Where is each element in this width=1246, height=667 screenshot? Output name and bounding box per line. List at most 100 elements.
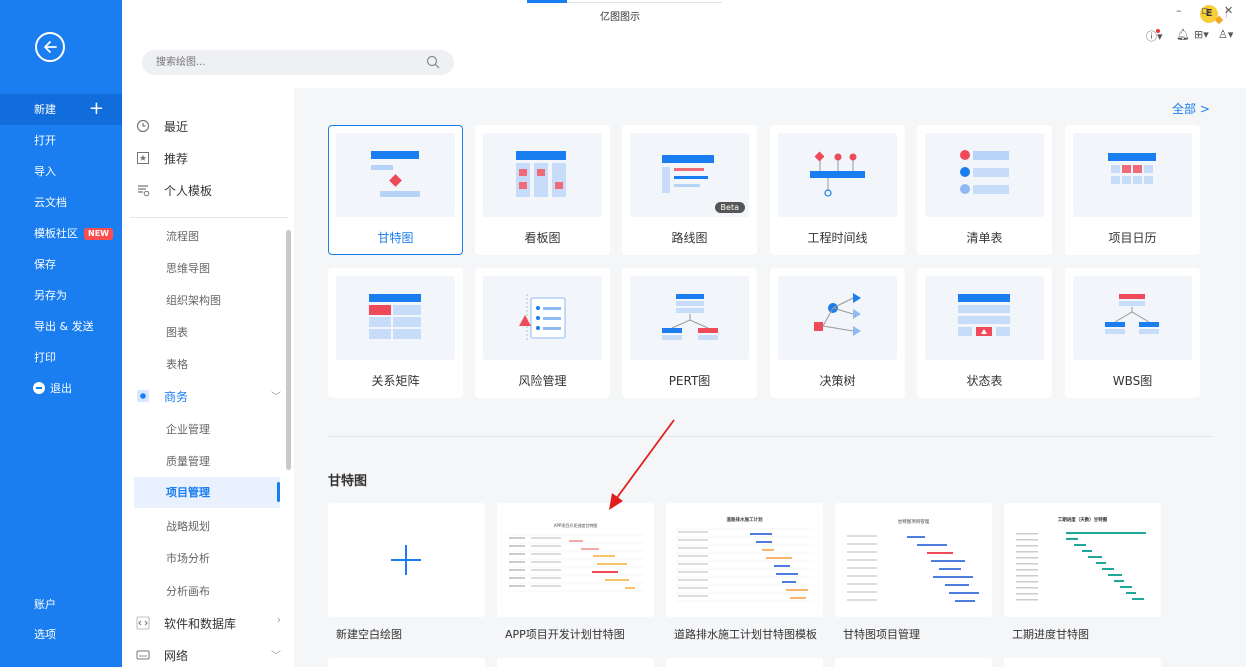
nav-subitem-chart[interactable]: 图表 (166, 324, 188, 340)
star-icon (137, 152, 149, 164)
restore-icon[interactable]: ▫ (1201, 4, 1208, 17)
template-card-stub (1004, 658, 1161, 667)
tile-roadmap[interactable]: Beta 路线图 (622, 125, 757, 255)
template-card-app-gantt[interactable]: APP项目开发进度甘特图 (497, 503, 654, 617)
sidebar-item-template-community[interactable]: 模板社区 NEW (0, 218, 122, 249)
app-window: 新建 + 打开 导入 云文档 模板社区 NEW 保存 另存为 导出 & 发送 打印… (0, 0, 1246, 667)
sidebar-item-cloud[interactable]: 云文档 (0, 187, 122, 218)
arrow-left-icon (44, 41, 57, 53)
sidebar-item-label: 云文档 (34, 196, 67, 209)
nav-subitem-strategy[interactable]: 战略规划 (166, 518, 210, 534)
search-icon[interactable] (426, 55, 440, 69)
sidebar-item-options[interactable]: 选项 (0, 620, 122, 650)
template-icon (138, 185, 150, 197)
back-button[interactable] (35, 32, 65, 62)
view-all-link[interactable]: 全部 > (1172, 100, 1210, 117)
sidebar-item-label: 导出 & 发送 (34, 320, 94, 333)
nav-category-label: 软件和数据库 (164, 617, 237, 631)
sidebar-item-label: 账户 (34, 598, 56, 611)
sidebar-item-new[interactable]: 新建 + (0, 94, 122, 125)
nav-subitem-table[interactable]: 表格 (166, 356, 188, 372)
gantt-icon (336, 133, 455, 217)
nav-subitem-canvas[interactable]: 分析画布 (166, 583, 210, 599)
sidebar-item-label: 另存为 (34, 289, 67, 302)
tile-label: 甘特图 (377, 231, 414, 245)
nav-category-label: 商务 (164, 390, 189, 404)
template-thumb-title: APP项目开发进度甘特图 (553, 523, 598, 528)
new-badge: NEW (84, 228, 113, 240)
sidebar-item-label: 保存 (34, 258, 56, 271)
title-tab-line (567, 2, 722, 3)
nav-category-software[interactable]: 软件和数据库 › (136, 614, 281, 634)
nav-scrollbar[interactable] (286, 230, 291, 470)
sidebar-item-import[interactable]: 导入 (0, 156, 122, 187)
tile-kanban[interactable]: 看板图 (475, 125, 610, 255)
code-icon (136, 616, 150, 630)
sidebar-item-save[interactable]: 保存 (0, 249, 122, 280)
template-thumb-title: 工期进度（天数）甘特图 (1057, 518, 1108, 523)
tile-decision-tree[interactable]: 决策树 (770, 268, 905, 398)
sidebar-item-export[interactable]: 导出 & 发送 (0, 311, 122, 342)
shirt-icon[interactable]: ♙▾ (1218, 28, 1233, 41)
template-card-gantt-pm[interactable]: 甘特图项目管理 (835, 503, 992, 617)
template-thumb-title: 道路排水施工计划 (726, 518, 763, 523)
sidebar-item-print[interactable]: 打印 (0, 342, 122, 373)
tile-label: 状态表 (966, 374, 1003, 388)
calendar-icon (1073, 133, 1192, 217)
nav-subitem-market[interactable]: 市场分析 (166, 550, 210, 566)
title-tab-indicator (527, 0, 567, 3)
annotation-arrow-icon (609, 419, 675, 510)
network-icon (136, 650, 150, 660)
template-label: APP项目开发计划甘特图 (505, 628, 625, 641)
nav-item-label: 个人模板 (164, 184, 213, 198)
tile-pert[interactable]: PERT图 (622, 268, 757, 398)
tile-label: 路线图 (671, 231, 708, 245)
nav-subitem-enterprise[interactable]: 企业管理 (166, 421, 210, 437)
minimize-icon[interactable]: – (1176, 4, 1182, 17)
tile-wbs[interactable]: WBS图 (1065, 268, 1200, 398)
nav-subitem-orgchart[interactable]: 组织架构图 (166, 292, 221, 308)
plus-icon (391, 545, 421, 575)
left-sidebar: 新建 + 打开 导入 云文档 模板社区 NEW 保存 另存为 导出 & 发送 打印… (0, 0, 122, 667)
nav-item-label: 最近 (164, 120, 189, 134)
category-nav: 最近 推荐 个人模板 流程图 思维导图 组织架构图 图表 表格 商务 ﹀ 企业管… (122, 88, 294, 667)
section-title: 甘特图 (328, 474, 368, 489)
nav-category-network[interactable]: 网络 ﹀ (136, 646, 281, 666)
nav-subitem-mindmap[interactable]: 思维导图 (166, 260, 210, 276)
tile-risk-management[interactable]: 风险管理 (475, 268, 610, 398)
nav-subitem-project-management[interactable]: 项目管理 (134, 477, 280, 508)
template-card-stub (835, 658, 992, 667)
template-card-stub (497, 658, 654, 667)
template-card-blank[interactable] (328, 503, 485, 617)
close-icon[interactable]: ✕ (1224, 4, 1233, 17)
tile-project-calendar[interactable]: 项目日历 (1065, 125, 1200, 255)
tile-gantt[interactable]: 甘特图 (328, 125, 463, 255)
sidebar-bottom: 账户 选项 (0, 590, 122, 650)
sidebar-item-exit[interactable]: 退出 (0, 373, 122, 404)
tile-label: 看板图 (524, 231, 561, 245)
help-icon[interactable]: ⓘ▾ (1146, 28, 1163, 44)
tile-relation-matrix[interactable]: 关系矩阵 (328, 268, 463, 398)
plus-icon: + (88, 98, 104, 119)
nav-subitem-quality[interactable]: 质量管理 (166, 453, 210, 469)
tile-status-table[interactable]: 状态表 (917, 268, 1052, 398)
section-divider (328, 436, 1212, 437)
tile-checklist[interactable]: 清单表 (917, 125, 1052, 255)
nav-subitem-flowchart[interactable]: 流程图 (166, 228, 199, 244)
chevron-down-icon: ﹀ (271, 392, 281, 403)
template-label: 甘特图项目管理 (843, 628, 920, 641)
template-label: 工期进度甘特图 (1012, 628, 1089, 641)
sidebar-item-save-as[interactable]: 另存为 (0, 280, 122, 311)
sidebar-item-account[interactable]: 账户 (0, 590, 122, 620)
tile-engineering-timeline[interactable]: 工程时间线 (770, 125, 905, 255)
template-card-drainage-gantt[interactable]: 道路排水施工计划 (666, 503, 823, 617)
nav-item-label: 推荐 (164, 152, 189, 166)
search-input[interactable] (156, 54, 406, 71)
nav-category-business[interactable]: 商务 ﹀ (136, 387, 281, 407)
apps-grid-icon[interactable]: ⊞▾ (1194, 28, 1209, 41)
template-card-schedule-gantt[interactable]: 工期进度（天数）甘特图 (1004, 503, 1161, 617)
tile-label: 工程时间线 (807, 231, 868, 245)
gantt-thumbnail (507, 534, 644, 592)
bell-icon[interactable]: 🔔︎ (1176, 28, 1190, 41)
sidebar-item-open[interactable]: 打开 (0, 125, 122, 156)
